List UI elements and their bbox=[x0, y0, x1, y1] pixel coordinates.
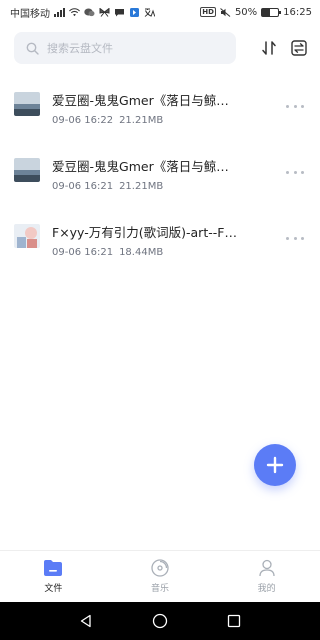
dot-icon bbox=[293, 170, 297, 174]
tab-label: 文件 bbox=[44, 584, 63, 594]
search-input[interactable] bbox=[47, 41, 217, 55]
system-nav-bar bbox=[0, 602, 320, 640]
file-info: F×yy-万有引力(歌词版)-art--F×… 09-06 16:21 18.4… bbox=[52, 222, 272, 258]
plus-icon bbox=[266, 456, 284, 474]
sea-thumbnail-image bbox=[14, 92, 40, 116]
file-info: 爱豆圈-鬼鬼Gmer《落日与鲸… 09-06 16:22 21.21MB bbox=[52, 90, 272, 126]
dot-icon bbox=[293, 236, 297, 240]
file-size: 21.21MB bbox=[119, 115, 164, 126]
message-icon bbox=[115, 8, 124, 16]
file-date: 09-06 16:21 bbox=[52, 181, 114, 192]
dot-icon bbox=[301, 236, 304, 240]
file-meta: 09-06 16:22 21.21MB bbox=[52, 115, 272, 126]
dot-icon bbox=[301, 170, 304, 174]
carrier-label: 中国移动 bbox=[10, 8, 50, 20]
bottom-tab-bar: 文件 音乐 我的 bbox=[0, 550, 320, 602]
file-name: 爱豆圈-鬼鬼Gmer《落日与鲸… bbox=[52, 93, 229, 108]
file-name: F×yy-万有引力(歌词版)-art--F×… bbox=[52, 225, 242, 240]
sort-icon bbox=[262, 41, 276, 55]
dot-icon bbox=[286, 104, 289, 108]
folder-icon bbox=[44, 560, 63, 576]
battery-percent: 50% bbox=[234, 6, 258, 18]
file-size: 21.21MB bbox=[119, 181, 164, 192]
file-name: 爱豆圈-鬼鬼Gmer《落日与鲸… bbox=[52, 159, 229, 174]
tab-label: 音乐 bbox=[150, 584, 169, 594]
butterfly-icon bbox=[99, 7, 110, 17]
file-item[interactable]: F×yy-万有引力(歌词版)-art--F×… 09-06 16:21 18.4… bbox=[0, 210, 320, 276]
sea-thumbnail-image bbox=[14, 158, 40, 182]
file-date: 09-06 16:21 bbox=[52, 247, 114, 258]
person-icon bbox=[258, 559, 275, 577]
file-meta: 09-06 16:21 21.21MB bbox=[52, 181, 272, 192]
file-list: 爱豆圈-鬼鬼Gmer《落日与鲸… 09-06 16:22 21.21MB 爱豆圈… bbox=[0, 78, 320, 276]
translate-icon bbox=[144, 8, 155, 17]
file-item[interactable]: 爱豆圈-鬼鬼Gmer《落日与鲸… 09-06 16:22 21.21MB bbox=[0, 78, 320, 144]
file-thumbnail bbox=[14, 224, 40, 248]
dot-icon bbox=[286, 236, 289, 240]
file-thumbnail bbox=[14, 92, 40, 116]
dot-icon bbox=[301, 104, 304, 108]
status-bar: 中国移动 HD 50% 16:25 bbox=[0, 0, 320, 24]
more-options-button[interactable] bbox=[286, 232, 304, 244]
file-item[interactable]: 爱豆圈-鬼鬼Gmer《落日与鲸… 09-06 16:21 21.21MB bbox=[0, 144, 320, 210]
more-options-button[interactable] bbox=[286, 100, 304, 112]
mute-icon bbox=[220, 7, 231, 17]
status-bar-left: 中国移动 bbox=[10, 5, 155, 20]
clock: 16:25 bbox=[283, 6, 312, 18]
wechat-icon bbox=[84, 8, 95, 16]
file-date: 09-06 16:22 bbox=[52, 115, 114, 126]
battery-icon bbox=[261, 7, 282, 17]
hd-icon: HD bbox=[200, 7, 216, 17]
file-size: 18.44MB bbox=[119, 247, 164, 258]
add-button[interactable] bbox=[254, 444, 296, 486]
file-thumbnail bbox=[14, 158, 40, 182]
search-icon bbox=[26, 42, 39, 55]
search-bar[interactable] bbox=[14, 32, 236, 64]
battery-level bbox=[262, 8, 271, 16]
anime-thumbnail-image bbox=[14, 224, 40, 248]
tab-label: 我的 bbox=[257, 584, 276, 594]
switch-view-button[interactable] bbox=[289, 38, 309, 58]
tab-profile[interactable]: 我的 bbox=[227, 559, 307, 594]
more-options-button[interactable] bbox=[286, 166, 304, 178]
search-row bbox=[14, 32, 308, 64]
dot-icon bbox=[286, 170, 289, 174]
back-icon[interactable] bbox=[79, 614, 93, 628]
tab-music[interactable]: 音乐 bbox=[120, 559, 200, 594]
signal-icon bbox=[54, 7, 65, 17]
app-notify-icon bbox=[130, 7, 139, 17]
status-bar-right: HD 50% 16:25 bbox=[200, 7, 312, 18]
wifi-icon bbox=[69, 7, 80, 16]
dot-icon bbox=[293, 104, 297, 108]
sort-button[interactable] bbox=[259, 38, 279, 58]
file-meta: 09-06 16:21 18.44MB bbox=[52, 247, 272, 258]
disc-icon bbox=[151, 559, 169, 577]
tab-files[interactable]: 文件 bbox=[13, 559, 93, 594]
recents-icon[interactable] bbox=[227, 614, 241, 628]
swap-icon bbox=[291, 40, 307, 56]
file-info: 爱豆圈-鬼鬼Gmer《落日与鲸… 09-06 16:21 21.21MB bbox=[52, 156, 272, 192]
home-icon[interactable] bbox=[152, 613, 168, 629]
